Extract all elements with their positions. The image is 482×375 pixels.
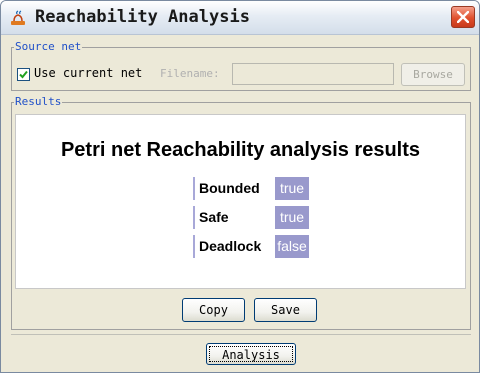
result-label: Bounded — [199, 180, 260, 196]
title-bar[interactable]: Reachability Analysis — [1, 1, 479, 35]
result-value: true — [275, 206, 309, 229]
results-heading: Petri net Reachability analysis results — [60, 139, 421, 161]
reachability-dialog: Reachability Analysis Source net Use cur… — [0, 0, 480, 373]
result-value: false — [275, 235, 309, 258]
checkmark-icon — [19, 70, 28, 79]
analysis-button-label: Analysis — [209, 346, 293, 362]
close-button[interactable] — [451, 6, 475, 28]
result-label: Safe — [199, 209, 229, 225]
copy-button[interactable]: Copy — [182, 298, 245, 322]
browse-button[interactable]: Browse — [401, 63, 465, 86]
close-icon — [457, 11, 469, 23]
result-value: true — [275, 177, 309, 200]
row-divider — [193, 177, 195, 200]
analysis-button[interactable]: Analysis — [206, 343, 296, 365]
filename-label: Filename: — [160, 67, 220, 80]
row-divider — [193, 235, 195, 258]
results-legend: Results — [14, 95, 63, 108]
source-net-legend: Source net — [14, 40, 83, 53]
filename-input[interactable] — [232, 63, 394, 85]
results-pane: Petri net Reachability analysis results … — [15, 114, 466, 289]
use-current-net-checkbox[interactable] — [17, 68, 30, 81]
window-title: Reachability Analysis — [35, 7, 250, 27]
java-app-icon — [10, 10, 27, 27]
save-button[interactable]: Save — [254, 298, 317, 322]
row-divider — [193, 206, 195, 229]
use-current-net-label[interactable]: Use current net — [34, 66, 142, 80]
result-label: Deadlock — [199, 238, 262, 254]
footer-divider — [11, 334, 471, 335]
